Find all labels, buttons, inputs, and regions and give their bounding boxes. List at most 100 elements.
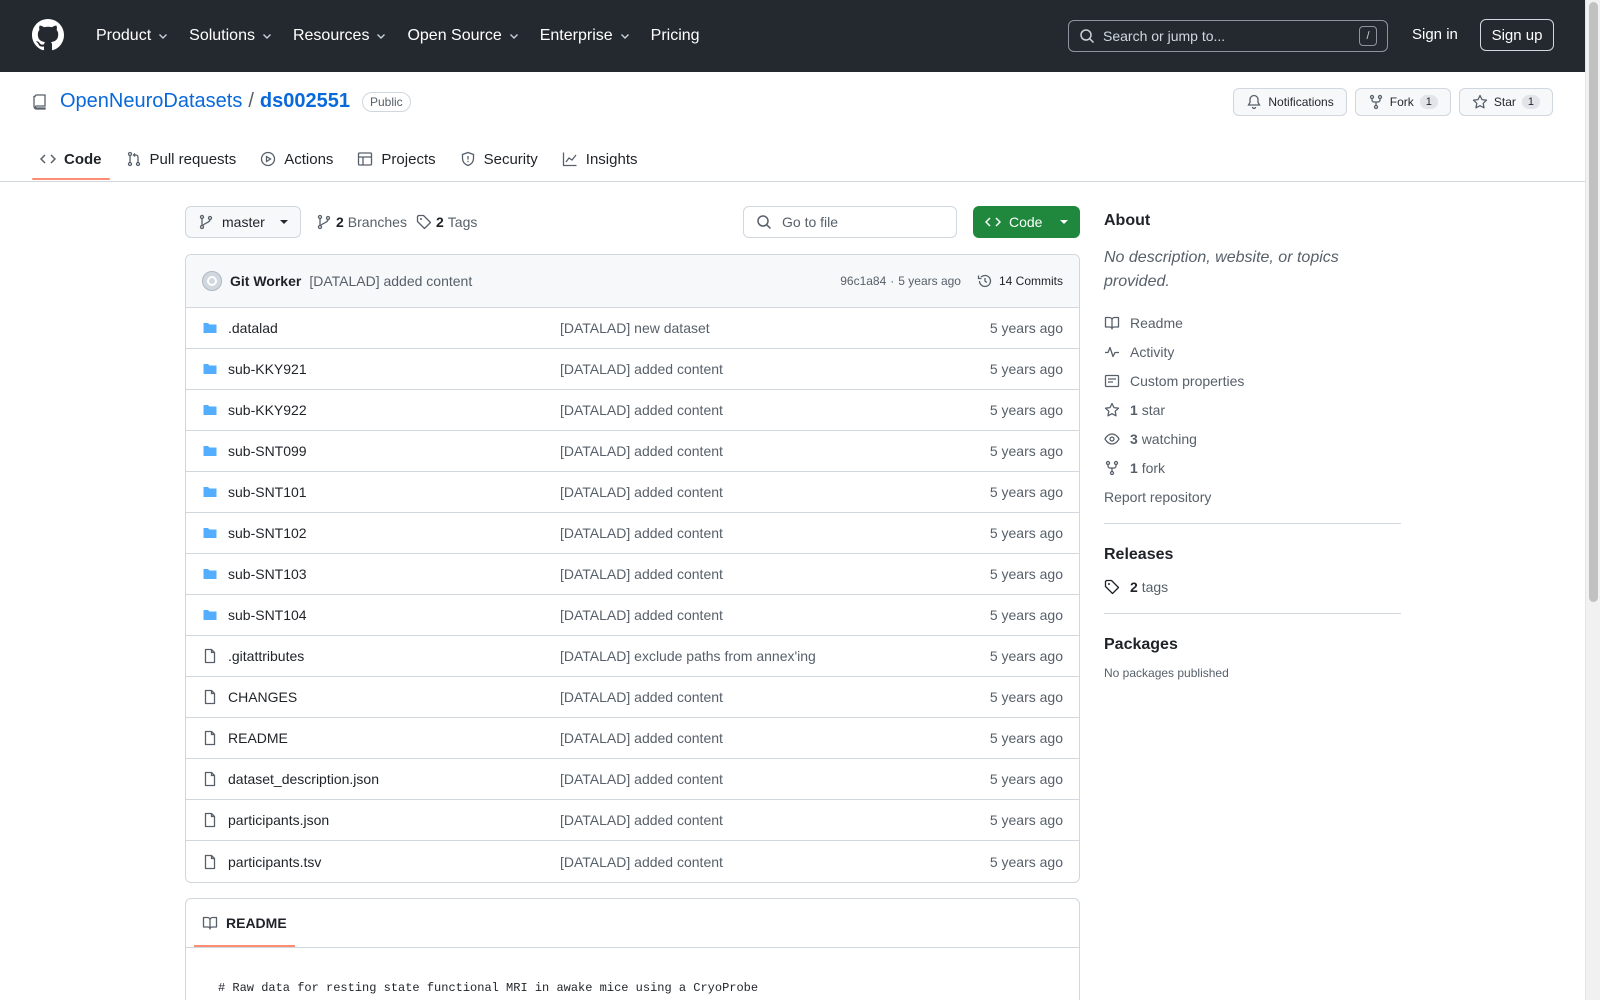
file-row[interactable]: participants.tsv [DATALAD] added content 5…	[186, 841, 1079, 882]
readme-tab[interactable]: README	[194, 899, 295, 947]
notifications-button[interactable]: Notifications	[1233, 88, 1347, 116]
nav-resources[interactable]: Resources	[285, 21, 395, 51]
avatar[interactable]	[202, 271, 222, 291]
file-row[interactable]: sub-SNT104 [DATALAD] added content 5 years…	[186, 595, 1079, 636]
table-icon	[358, 152, 373, 166]
nav-open-source[interactable]: Open Source	[399, 21, 527, 51]
tab-code[interactable]: Code	[32, 140, 110, 180]
nav-solutions[interactable]: Solutions	[181, 21, 281, 51]
commit-dot: ·	[890, 274, 895, 288]
file-name-link[interactable]: participants.json	[228, 812, 560, 828]
file-name-link[interactable]: dataset_description.json	[228, 771, 560, 787]
repo-icon	[33, 93, 46, 110]
sidebar-forks-link[interactable]: 1 fork	[1104, 453, 1401, 482]
tab-actions[interactable]: Actions	[252, 140, 341, 178]
commit-author[interactable]: Git Worker	[230, 273, 301, 289]
tab-projects[interactable]: Projects	[349, 140, 443, 178]
fork-button[interactable]: Fork 1	[1354, 88, 1451, 116]
sign-up-button[interactable]: Sign up	[1480, 19, 1554, 51]
nav-enterprise[interactable]: Enterprise	[532, 21, 639, 51]
search-input[interactable]: Search or jump to... /	[1068, 20, 1388, 52]
chevron-down-icon	[509, 34, 518, 39]
commit-message[interactable]: [DATALAD] added content	[309, 273, 472, 289]
github-logo-icon[interactable]	[32, 19, 64, 51]
file-row[interactable]: sub-KKY921 [DATALAD] added content 5 years…	[186, 349, 1079, 390]
sidebar-watching-link[interactable]: 3 watching	[1104, 424, 1401, 453]
scrollbar-thumb[interactable]	[1589, 2, 1598, 602]
file-commit-message[interactable]: [DATALAD] new dataset	[560, 320, 963, 336]
nav-pricing[interactable]: Pricing	[643, 21, 708, 51]
fork-count: 1	[1419, 95, 1438, 109]
file-name-link[interactable]: sub-SNT102	[228, 525, 560, 541]
file-icon	[204, 771, 216, 787]
report-repository-link[interactable]: Report repository	[1104, 482, 1401, 511]
sidebar-readme-link[interactable]: Readme	[1104, 308, 1401, 337]
sidebar-custom-properties-link[interactable]: Custom properties	[1104, 366, 1401, 395]
file-icon	[204, 648, 216, 664]
file-commit-message[interactable]: [DATALAD] added content	[560, 525, 963, 541]
file-name-link[interactable]: README	[228, 730, 560, 746]
tags-link[interactable]: 2 Tags	[416, 206, 477, 238]
packages-title[interactable]: Packages	[1104, 636, 1401, 654]
file-name-link[interactable]: sub-KKY922	[228, 402, 560, 418]
commits-history-link[interactable]: 14 Commits	[977, 273, 1063, 289]
file-row[interactable]: sub-SNT102 [DATALAD] added content 5 years…	[186, 513, 1079, 554]
file-commit-message[interactable]: [DATALAD] added content	[560, 607, 963, 623]
sidebar-stars-link[interactable]: 1 star	[1104, 395, 1401, 424]
file-row[interactable]: sub-SNT099 [DATALAD] added content 5 years…	[186, 431, 1079, 472]
search-placeholder: Search or jump to...	[1103, 28, 1226, 44]
file-commit-message[interactable]: [DATALAD] added content	[560, 812, 963, 828]
file-row[interactable]: .gitattributes [DATALAD] exclude paths fr…	[186, 636, 1079, 677]
repo-name-link[interactable]: ds002551	[260, 90, 350, 113]
sidebar-activity-link[interactable]: Activity	[1104, 337, 1401, 366]
file-row[interactable]: .datalad [DATALAD] new dataset 5 years ago	[186, 308, 1079, 349]
file-toolbar: master 2 Branches 2 Tags Go to file Code	[185, 206, 1080, 238]
repo-owner-link[interactable]: OpenNeuroDatasets	[60, 90, 242, 113]
file-commit-message[interactable]: [DATALAD] added content	[560, 854, 963, 870]
file-name-link[interactable]: sub-SNT103	[228, 566, 560, 582]
tab-insights[interactable]: Insights	[554, 140, 646, 178]
file-row[interactable]: dataset_description.json [DATALAD] added …	[186, 759, 1079, 800]
file-commit-message[interactable]: [DATALAD] added content	[560, 566, 963, 582]
tab-security[interactable]: Security	[452, 140, 546, 178]
file-row[interactable]: sub-SNT101 [DATALAD] added content 5 years…	[186, 472, 1079, 513]
file-row[interactable]: sub-SNT103 [DATALAD] added content 5 years…	[186, 554, 1079, 595]
search-icon	[757, 215, 772, 230]
file-row[interactable]: README [DATALAD] added content 5 years ago	[186, 718, 1079, 759]
file-commit-message[interactable]: [DATALAD] added content	[560, 402, 963, 418]
file-commit-message[interactable]: [DATALAD] added content	[560, 730, 963, 746]
file-name-link[interactable]: sub-SNT101	[228, 484, 560, 500]
file-row[interactable]: participants.json [DATALAD] added content…	[186, 800, 1079, 841]
file-name-link[interactable]: .datalad	[228, 320, 560, 336]
file-name-link[interactable]: CHANGES	[228, 689, 560, 705]
branches-link[interactable]: 2 Branches	[316, 206, 407, 238]
file-commit-message[interactable]: [DATALAD] added content	[560, 484, 963, 500]
file-commit-message[interactable]: [DATALAD] exclude paths from annex'ing	[560, 648, 963, 664]
file-name-link[interactable]: sub-SNT104	[228, 607, 560, 623]
file-name-link[interactable]: sub-SNT099	[228, 443, 560, 459]
file-name-link[interactable]: participants.tsv	[228, 854, 560, 870]
releases-title[interactable]: Releases	[1104, 546, 1401, 564]
caret-down-icon	[280, 220, 288, 224]
sign-in-link[interactable]: Sign in	[1412, 26, 1458, 43]
file-commit-age: 5 years ago	[989, 402, 1063, 418]
file-name-link[interactable]: sub-KKY921	[228, 361, 560, 377]
releases-tags-link[interactable]: 2 tags	[1104, 572, 1401, 601]
file-row[interactable]: CHANGES [DATALAD] added content 5 years ag…	[186, 677, 1079, 718]
file-commit-message[interactable]: [DATALAD] added content	[560, 443, 963, 459]
code-button[interactable]: Code	[973, 206, 1080, 238]
nav-product[interactable]: Product	[88, 21, 177, 51]
file-commit-message[interactable]: [DATALAD] added content	[560, 689, 963, 705]
page-scrollbar[interactable]	[1585, 0, 1600, 1000]
commit-hash[interactable]: 96c1a84	[840, 274, 886, 288]
tab-pull-requests[interactable]: Pull requests	[118, 140, 245, 178]
file-name-link[interactable]: .gitattributes	[228, 648, 560, 664]
star-button[interactable]: Star 1	[1458, 88, 1553, 116]
go-to-file-input[interactable]: Go to file	[743, 206, 957, 238]
file-commit-message[interactable]: [DATALAD] added content	[560, 361, 963, 377]
file-row[interactable]: sub-KKY922 [DATALAD] added content 5 years…	[186, 390, 1079, 431]
branch-select-button[interactable]: master	[185, 206, 301, 238]
file-icon	[204, 854, 216, 869]
file-commit-message[interactable]: [DATALAD] added content	[560, 771, 963, 787]
visibility-badge: Public	[361, 91, 411, 112]
